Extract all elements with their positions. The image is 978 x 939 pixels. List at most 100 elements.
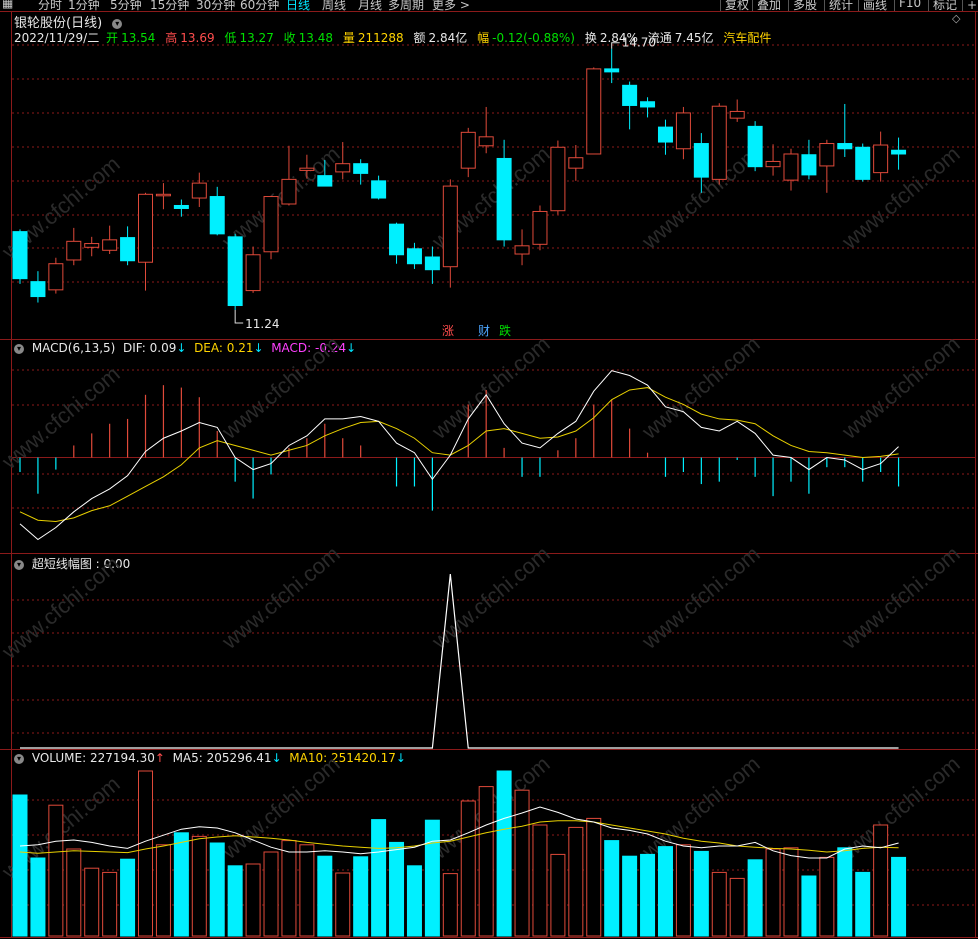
candle-body-25 [460,131,476,169]
candle-body-34 [622,84,638,106]
volume-bar-11 [209,842,225,937]
volume-bar-7 [138,770,154,937]
candle-body-24 [442,185,458,268]
candle-body-27 [496,157,512,241]
candle-body-40 [729,110,745,119]
volume-bar-1 [30,857,46,937]
watermark-text-17: www.cfchi.com [836,331,964,444]
volume-bar-47 [855,871,871,937]
watermark-text-10: www.cfchi.com [426,541,554,654]
volume-bar-8 [155,844,171,937]
candle-body-32 [586,68,602,155]
volume-bar-0 [12,794,28,937]
volume-bar-14 [263,851,279,937]
candle-body-16 [299,167,315,171]
candle-body-36 [657,126,673,143]
candle-body-26 [478,136,494,147]
volume-bar-2 [48,804,64,937]
volume-bar-17 [317,855,333,937]
candle-body-11 [209,196,225,235]
candle-body-20 [371,180,387,199]
volume-bar-29 [532,824,548,937]
stock-chart-svg[interactable]: www.cfchi.com www.cfchi.com www.cfchi.com w… [0,0,978,939]
candle-body-48 [873,144,889,174]
volume-bar-38 [693,850,709,937]
volume-bar-9 [173,832,189,937]
volume-bar-42 [765,848,781,937]
candle-body-43 [783,153,799,181]
volume-bar-22 [406,865,422,937]
volume-bar-32 [586,817,602,937]
volume-bar-24 [442,873,458,937]
candle-body-22 [406,248,422,265]
watermark-text-2: www.cfchi.com [0,551,125,664]
candle-body-14 [263,196,279,253]
candle-body-12 [227,236,243,307]
low-price-label: 11.24 [245,317,279,331]
candle-body-7 [138,193,154,263]
watermark-text-18: www.cfchi.com [836,541,964,654]
candle-body-17 [317,175,333,187]
candle-body-28 [514,245,530,255]
candle-body-39 [711,105,727,180]
candle-body-47 [855,146,871,180]
volume-bar-33 [604,840,620,937]
volume-bar-31 [568,826,584,937]
watermark-text-14: www.cfchi.com [636,541,764,654]
volume-bar-34 [622,855,638,937]
candle-body-9 [173,204,189,209]
candle-body-45 [819,143,835,167]
high-marker-line [611,42,620,49]
watermark-text-13: www.cfchi.com [636,331,764,444]
candle-body-41 [747,125,763,168]
candle-body-31 [568,157,584,169]
candle-body-13 [245,254,261,292]
volume-bar-19 [353,856,369,937]
watermark-text-7: www.cfchi.com [216,751,344,864]
candle-body-35 [640,101,656,108]
volume-bar-3 [66,848,82,937]
candle-body-19 [353,163,369,174]
watermark-text-9: www.cfchi.com [426,331,554,444]
ultra-spike-line [20,573,899,749]
volume-bar-21 [389,841,405,937]
volume-bar-43 [783,847,799,937]
candle-body-30 [550,146,566,212]
volume-bar-48 [873,824,889,937]
dif-line [19,370,899,541]
volume-bar-44 [801,875,817,937]
candle-body-44 [801,154,817,176]
marker-finance: 财 [478,324,490,338]
volume-bar-18 [335,872,351,937]
candle-body-23 [424,256,440,271]
volume-bar-30 [550,853,566,937]
candle-body-6 [120,237,136,262]
volume-bar-35 [640,853,656,937]
volume-bar-15 [281,840,297,937]
volume-bar-46 [837,847,853,937]
volume-bar-23 [424,819,440,937]
candle-body-42 [765,160,781,168]
volume-bar-10 [191,835,207,937]
high-price-label: 14.70 [622,36,656,50]
volume-bar-49 [891,856,907,937]
volume-bar-36 [657,846,673,937]
candle-body-15 [281,178,297,205]
candle-body-49 [891,149,907,155]
volume-bar-26 [478,786,494,937]
candle-body-2 [48,263,64,291]
volume-bar-4 [84,867,100,937]
candle-body-37 [675,112,691,150]
volume-bar-45 [819,856,835,937]
marker-fall: 跌 [499,323,511,338]
volume-bar-12 [227,865,243,937]
volume-bar-6 [120,858,136,937]
watermark-text-5: www.cfchi.com [216,331,344,444]
candle-body-38 [693,143,709,178]
candle-body-4 [84,243,100,248]
volume-bar-13 [245,863,261,937]
candle-body-5 [102,239,118,251]
volume-bar-25 [460,800,476,937]
volume-bar-41 [747,859,763,937]
candle-body-10 [191,182,207,199]
